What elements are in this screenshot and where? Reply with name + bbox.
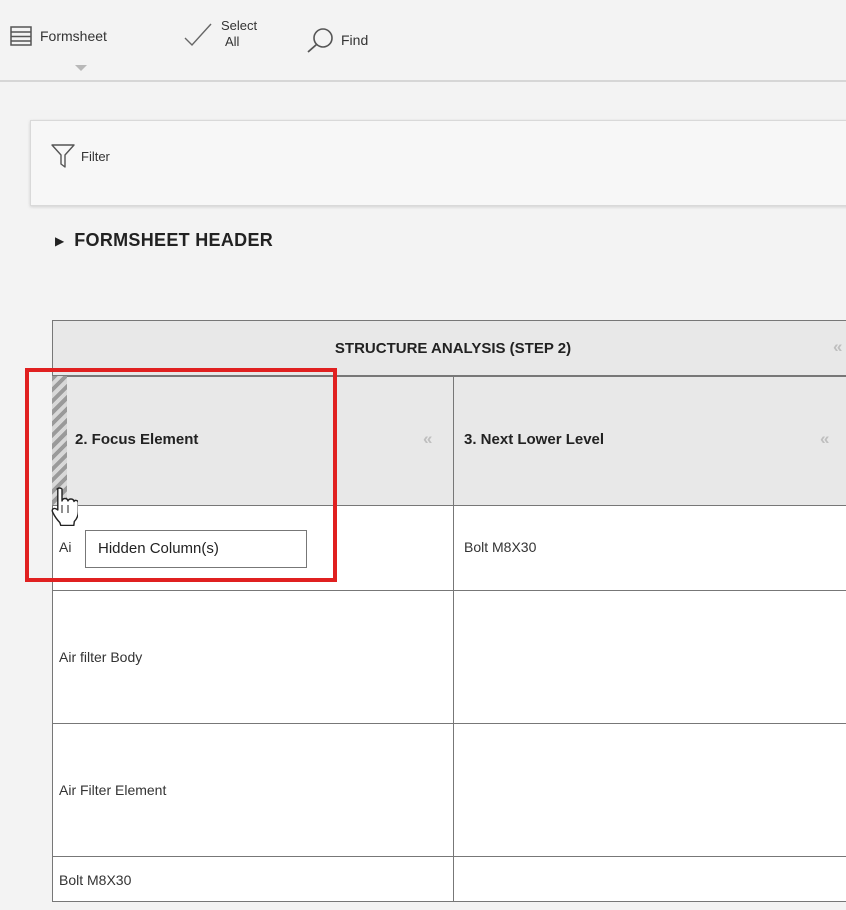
toolbar: Formsheet Select All Find (0, 0, 846, 80)
find-button[interactable]: Find (305, 27, 368, 53)
table-cell[interactable] (453, 723, 846, 857)
chevron-down-icon[interactable] (74, 64, 88, 72)
table-cell[interactable] (453, 856, 846, 902)
search-icon (307, 28, 333, 53)
col-title: 2. Focus Element (75, 431, 199, 448)
formsheet-label: Formsheet (40, 28, 107, 44)
formsheet-icon (10, 26, 32, 46)
group-header: STRUCTURE ANALYSIS (STEP 2) « (52, 320, 846, 376)
hidden-columns-tooltip: Hidden Column(s) (85, 530, 307, 568)
checkmark-icon (184, 23, 212, 47)
table-cell[interactable]: Bolt M8X30 (52, 856, 454, 902)
hand-cursor-icon (51, 487, 78, 526)
collapse-column-icon[interactable]: « (820, 429, 829, 449)
section-title: FORMSHEET HEADER (74, 230, 274, 250)
table-cell[interactable]: Bolt M8X30 (453, 505, 846, 591)
formsheet-header-toggle[interactable]: ▶ FORMSHEET HEADER (55, 230, 273, 251)
select-label-line1: Select (221, 18, 258, 33)
filter-icon (51, 144, 75, 168)
collapse-group-icon[interactable]: « (833, 337, 842, 357)
filter-label: Filter (81, 148, 110, 164)
col-header-next-lower-level[interactable]: 3. Next Lower Level « (453, 376, 846, 506)
select-label-line2: All (225, 34, 240, 49)
table-cell[interactable] (453, 590, 846, 724)
select-all-button[interactable]: Select All (183, 18, 257, 50)
find-label: Find (341, 32, 369, 48)
table-cell[interactable]: Air filter Body (52, 590, 454, 724)
group-title: STRUCTURE ANALYSIS (STEP 2) (334, 340, 572, 357)
filter-panel: Filter (30, 120, 846, 206)
col-title: 3. Next Lower Level (464, 431, 605, 448)
table-cell[interactable]: Air Filter Element (52, 723, 454, 857)
collapse-column-icon[interactable]: « (423, 429, 432, 449)
toolbar-divider (0, 80, 846, 82)
col-header-focus-element[interactable]: 2. Focus Element « (52, 376, 454, 506)
formsheet-button[interactable]: Formsheet (10, 26, 107, 46)
filter-button[interactable]: Filter (51, 143, 110, 169)
expand-arrow-icon: ▶ (55, 233, 65, 248)
